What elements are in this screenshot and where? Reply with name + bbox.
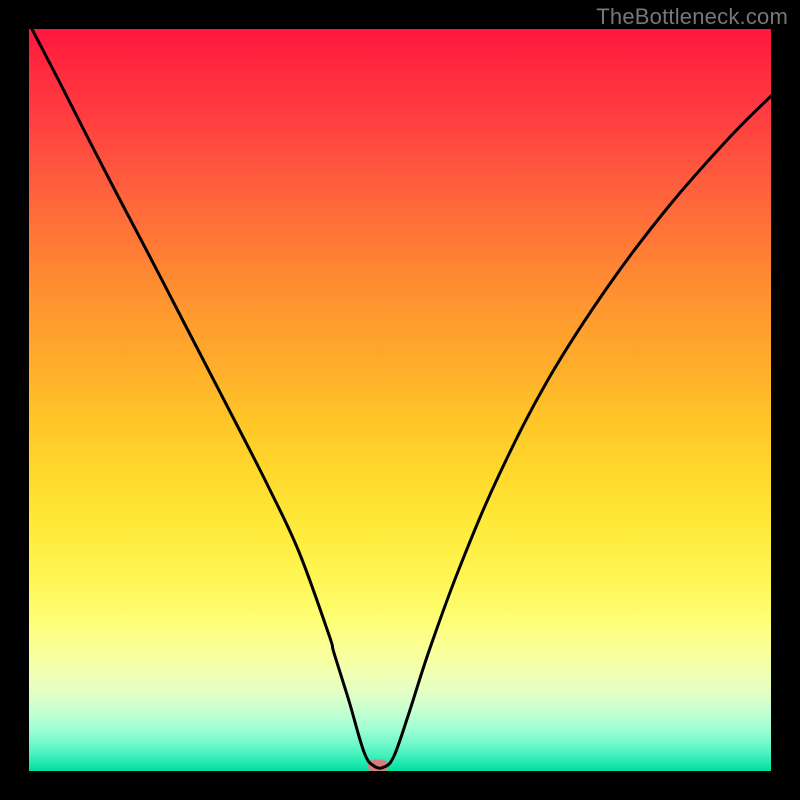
curve-path (32, 29, 771, 768)
watermark-text: TheBottleneck.com (596, 4, 788, 30)
chart-frame: TheBottleneck.com (0, 0, 800, 800)
bottleneck-curve (29, 29, 771, 771)
plot-area (29, 29, 771, 771)
